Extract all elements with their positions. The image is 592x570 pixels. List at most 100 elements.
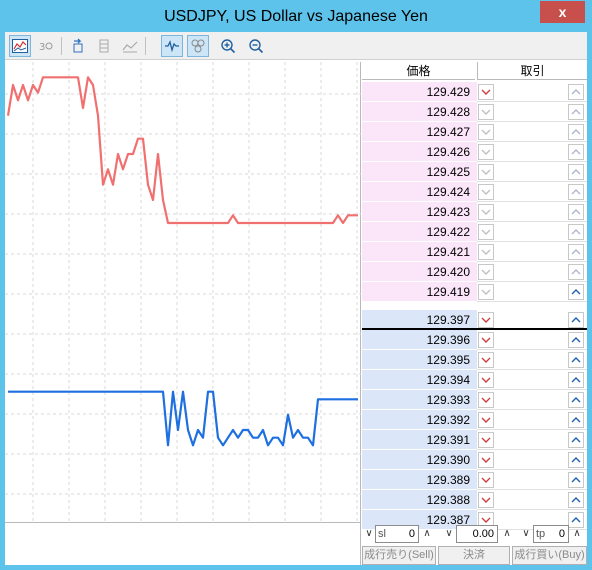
sell-at-price-button[interactable] — [478, 372, 494, 388]
chevron-down-icon — [481, 209, 491, 215]
buy-at-price-button[interactable] — [568, 144, 584, 160]
volume-field[interactable]: 0.00 — [456, 525, 498, 543]
ask-price-row: 129.419 — [362, 282, 587, 302]
tp-decrease-icon[interactable]: ∨ — [520, 526, 532, 542]
tp-increase-icon[interactable]: ∧ — [571, 526, 583, 542]
sell-at-price-button[interactable] — [478, 312, 494, 328]
chevron-down-icon — [481, 169, 491, 175]
chevron-up-icon — [571, 209, 581, 215]
sell-at-price-button[interactable] — [478, 492, 494, 508]
sell-at-price-button[interactable] — [478, 184, 494, 200]
app-window: USDJPY, US Dollar vs Japanese Yen x 3 価格… — [0, 0, 592, 570]
buy-at-price-button[interactable] — [568, 164, 584, 180]
buy-at-price-button[interactable] — [568, 332, 584, 348]
sl-decrease-icon[interactable]: ∨ — [363, 526, 375, 542]
sell-at-price-button[interactable] — [478, 244, 494, 260]
close-position-button[interactable]: 決済 — [438, 546, 510, 565]
zoom-out-icon[interactable] — [245, 35, 267, 57]
ask-price-line — [6, 76, 358, 225]
sell-at-price-button[interactable] — [478, 472, 494, 488]
buy-at-price-button[interactable] — [568, 244, 584, 260]
chevron-down-icon — [481, 357, 491, 363]
ask-price: 129.426 — [362, 142, 477, 162]
chevron-up-icon — [571, 249, 581, 255]
ask-price: 129.419 — [362, 282, 477, 302]
sell-at-price-button[interactable] — [478, 224, 494, 240]
tp-label: tp — [536, 528, 546, 540]
buy-button[interactable]: 成行買い(Buy) — [512, 546, 587, 565]
depth-icon[interactable] — [187, 35, 209, 57]
chevron-down-icon — [481, 417, 491, 423]
chevron-down-icon — [481, 397, 491, 403]
buy-at-price-button[interactable] — [568, 472, 584, 488]
chevron-down-icon — [481, 129, 491, 135]
buy-at-price-button[interactable] — [568, 372, 584, 388]
chevron-down-icon — [481, 477, 491, 483]
window-title: USDJPY, US Dollar vs Japanese Yen — [164, 8, 428, 25]
sl-increase-icon[interactable]: ∧ — [421, 526, 433, 542]
buy-at-price-button[interactable] — [568, 312, 584, 328]
sell-at-price-button[interactable] — [478, 452, 494, 468]
chevron-down-icon — [481, 269, 491, 275]
buy-at-price-button[interactable] — [568, 84, 584, 100]
sell-at-price-button[interactable] — [478, 432, 494, 448]
buy-at-price-button[interactable] — [568, 104, 584, 120]
sl-value: 0 — [408, 528, 415, 540]
tp-field[interactable]: tp 0 — [533, 525, 569, 543]
buy-at-price-button[interactable] — [568, 184, 584, 200]
bid-price: 129.395 — [362, 350, 477, 370]
chart-shift-icon[interactable] — [93, 35, 115, 57]
grid-toggle-icon[interactable] — [119, 35, 141, 57]
close-button[interactable]: x — [540, 1, 585, 23]
sell-button[interactable]: 成行売り(Sell) — [362, 546, 436, 565]
buy-at-price-button[interactable] — [568, 284, 584, 300]
bid-price-row: 129.396 — [362, 330, 587, 350]
buy-at-price-button[interactable] — [568, 452, 584, 468]
tick-chart-icon[interactable] — [161, 35, 183, 57]
volume-increase-icon[interactable]: ∧ — [501, 526, 513, 542]
buy-at-price-button[interactable] — [568, 204, 584, 220]
buy-at-price-button[interactable] — [568, 432, 584, 448]
chevron-up-icon — [571, 169, 581, 175]
sell-at-price-button[interactable] — [478, 352, 494, 368]
ask-price-row: 129.420 — [362, 262, 587, 282]
auto-scroll-icon[interactable] — [67, 35, 89, 57]
sell-at-price-button[interactable] — [478, 392, 494, 408]
buy-at-price-button[interactable] — [568, 392, 584, 408]
sell-at-price-button[interactable] — [478, 284, 494, 300]
ask-price: 129.424 — [362, 182, 477, 202]
chevron-up-icon — [571, 149, 581, 155]
toolbar-separator — [145, 37, 146, 55]
buy-at-price-button[interactable] — [568, 492, 584, 508]
chart-mode-icon[interactable] — [9, 35, 31, 57]
buy-at-price-button[interactable] — [568, 224, 584, 240]
title-bar[interactable]: USDJPY, US Dollar vs Japanese Yen x — [0, 0, 592, 32]
sell-at-price-button[interactable] — [478, 412, 494, 428]
chevron-down-icon — [481, 229, 491, 235]
bid-price-row: 129.388 — [362, 490, 587, 510]
sell-at-price-button[interactable] — [478, 332, 494, 348]
sell-at-price-button[interactable] — [478, 84, 494, 100]
sell-at-price-button[interactable] — [478, 124, 494, 140]
chevron-up-icon — [571, 269, 581, 275]
sell-at-price-button[interactable] — [478, 204, 494, 220]
sl-field[interactable]: sl 0 — [375, 525, 419, 543]
volume-decrease-icon[interactable]: ∨ — [443, 526, 455, 542]
buy-at-price-button[interactable] — [568, 264, 584, 280]
sell-at-price-button[interactable] — [478, 104, 494, 120]
buy-at-price-button[interactable] — [568, 124, 584, 140]
buy-at-price-button[interactable] — [568, 352, 584, 368]
order-panel: ∨ sl 0 ∧ ∨ 0.00 ∧ ∨ tp 0 ∧ 成行売り(Sell) 決済… — [362, 522, 587, 565]
bid-price-row: 129.389 — [362, 470, 587, 490]
sell-at-price-button[interactable] — [478, 264, 494, 280]
chevron-up-icon — [571, 189, 581, 195]
chevron-down-icon — [481, 249, 491, 255]
buy-at-price-button[interactable] — [568, 412, 584, 428]
sell-at-price-button[interactable] — [478, 144, 494, 160]
tick-chart[interactable] — [5, 62, 361, 522]
ask-price: 129.421 — [362, 242, 477, 262]
sell-at-price-button[interactable] — [478, 164, 494, 180]
bid-price-row: 129.392 — [362, 410, 587, 430]
indicator-icon[interactable]: 3 — [35, 35, 57, 57]
zoom-in-icon[interactable] — [217, 35, 239, 57]
